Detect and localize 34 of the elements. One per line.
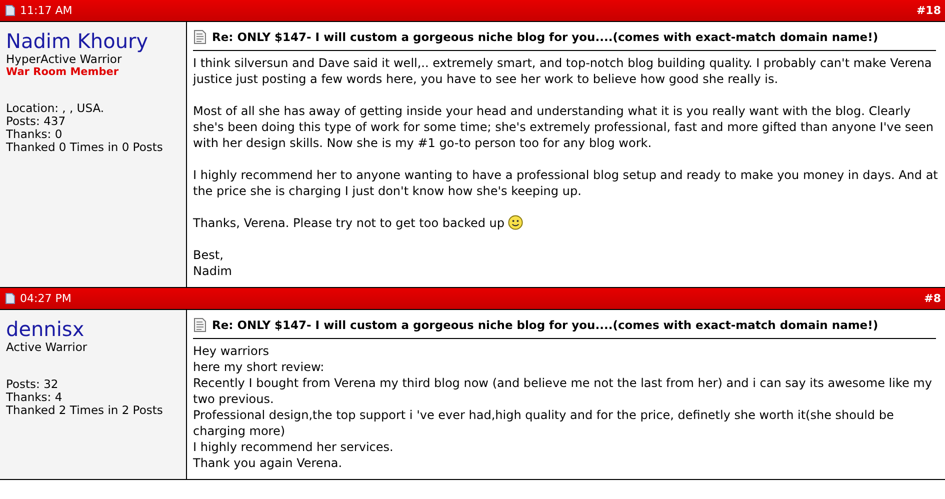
document-icon — [5, 5, 15, 16]
post-subject: Re: ONLY $147- I will custom a gorgeous niche blog for you....(comes with exact-match domain name!) — [212, 30, 878, 44]
post-text: Thanks, Verena. Please try not to get too backed up — [193, 216, 505, 230]
user-stat: Location: , , USA. — [6, 102, 104, 115]
document-icon — [5, 293, 15, 304]
post-subject: Re: ONLY $147- I will custom a gorgeous niche blog for you....(comes with exact-match domain name!) — [212, 318, 878, 332]
post-text: here my short review: — [193, 359, 326, 375]
post-text: I highly recommend her services. — [193, 439, 394, 455]
user-rank: HyperActive Warrior — [6, 52, 122, 66]
post-text: I highly recommend her to anyone wanting to have a professional blog setup and ready to make you money in days. And at the price she is charging I just don't know how she's keeping up. — [193, 167, 939, 199]
post-text: Thank you again Verena. — [193, 455, 344, 471]
user-stat: Thanks: 0 — [6, 128, 62, 141]
post-time: 04:27 PM — [20, 292, 72, 305]
user-rank: Active Warrior — [6, 340, 88, 354]
user-stat: Thanked 0 Times in 0 Posts — [6, 141, 163, 154]
post-text: Most of all she has away of getting inside your head and understanding what it is you really want with the blog. Clearly she's been doing this type of work for some time; she's extremely professional, fast and more gifted than anyone I've seen with her design skills. Now she is my #1 go-to person too for any blog work. — [193, 103, 935, 151]
post-text: Recently I bought from Verena my third blog now (and believe me not the last from her) and i can say its awesome like my two previous. — [193, 375, 933, 407]
post-time: 11:17 AM — [20, 4, 72, 17]
post-text: Professional design,the top support i 've ever had,high quality and for the price, definetly she worth it(she should be charging more) — [193, 407, 895, 439]
username-link[interactable]: dennisx — [6, 318, 84, 340]
member-rank-label: War Room Member — [6, 66, 119, 78]
user-stat: Thanked 2 Times in 2 Posts — [6, 404, 163, 417]
user-stat: Posts: 437 — [6, 115, 66, 128]
post-text: Nadim — [193, 263, 233, 279]
post-number-link[interactable]: #18 — [916, 4, 941, 17]
post-text: Hey warriors — [193, 343, 270, 359]
username-link[interactable]: Nadim Khoury — [6, 30, 148, 52]
post-number-link[interactable]: #8 — [924, 292, 941, 305]
document-icon — [193, 29, 207, 45]
document-icon — [193, 317, 207, 333]
post-text: I think silversun and Dave said it well,.. extremely smart, and top-notch blog building quality. I probably can't make Verena justice just posting a few words here, you have to see her work to believe how good she really is. — [193, 55, 933, 87]
post-text: Best, — [193, 247, 224, 263]
user-stat: Posts: 32 — [6, 378, 58, 391]
user-stat: Thanks: 4 — [6, 391, 62, 404]
